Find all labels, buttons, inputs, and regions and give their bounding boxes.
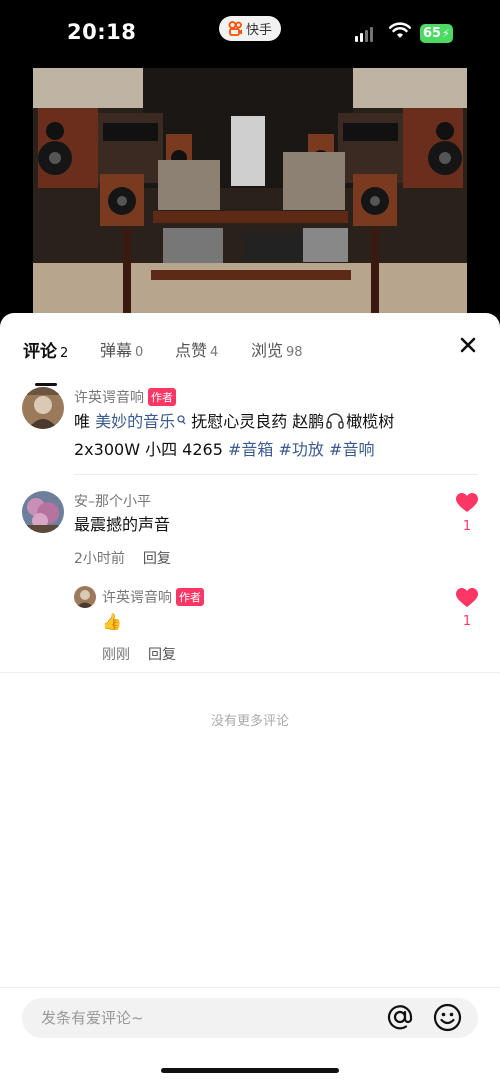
tab-label: 点赞 — [175, 341, 208, 360]
comment-text-suffix: 橄榄树 — [346, 412, 395, 431]
heart-icon[interactable] — [456, 588, 478, 612]
comment-author[interactable]: 许英谔音响 作者 — [102, 587, 204, 607]
username[interactable]: 安–那个小平 — [74, 491, 151, 511]
tab-views[interactable]: 浏览 98 — [251, 337, 303, 361]
reply-text: 👍 — [102, 612, 122, 631]
mention-icon[interactable] — [386, 1003, 414, 1031]
tab-count: 4 — [210, 345, 219, 360]
comment-meta: 2小时前 回复 — [74, 548, 171, 568]
tab-label: 弹幕 — [100, 341, 133, 360]
reply-time: 刚刚 — [102, 647, 130, 663]
author-badge: 作者 — [148, 388, 176, 406]
like-button[interactable]: 1 — [455, 493, 479, 534]
comment-text: 最震撼的声音 — [74, 515, 171, 534]
username[interactable]: 许英谔音响 — [74, 390, 144, 406]
comment-text: 唯 美妙的音乐 抚慰心灵良药 赵鹏 橄榄树 2x300W 小四 4265 #音箱… — [74, 407, 484, 463]
comment-sheet: 评论 2 弹幕 0 点赞 4 浏览 98 许英谔音响 作者 唯 美妙的音乐 抚慰… — [0, 313, 500, 1083]
emoji-icon[interactable] — [433, 1003, 462, 1032]
hashtag-link[interactable]: #音响 — [329, 440, 374, 459]
avatar[interactable] — [74, 586, 96, 608]
avatar[interactable] — [22, 387, 64, 429]
comment-tabs: 评论 2 弹幕 0 点赞 4 浏览 98 — [0, 333, 500, 386]
status-bar: 20:18 快手 65 ⚡ — [0, 0, 500, 68]
battery-level: 65 — [423, 26, 442, 41]
kuaishou-logo-icon — [228, 21, 243, 36]
comment-text-prefix: 唯 — [74, 412, 96, 431]
tab-count: 0 — [135, 345, 144, 360]
comment-time: 2小时前 — [74, 551, 125, 567]
comment-author[interactable]: 许英谔音响 作者 — [74, 387, 176, 407]
search-icon[interactable] — [177, 407, 186, 433]
home-indicator[interactable] — [161, 1068, 339, 1073]
status-time: 20:18 — [67, 20, 137, 44]
no-more-comments-text: 没有更多评论 — [210, 714, 289, 729]
app-name: 快手 — [245, 23, 272, 38]
username[interactable]: 许英谔音响 — [102, 590, 172, 606]
heart-icon[interactable] — [456, 493, 478, 517]
charging-bolt-icon: ⚡ — [442, 27, 450, 40]
comment-text-mid: 抚慰心灵良药 赵鹏 — [186, 412, 325, 431]
active-tab-indicator — [35, 383, 57, 386]
author-badge: 作者 — [176, 588, 204, 606]
tab-count: 98 — [286, 345, 303, 360]
comment-input-bar: 发条有爱评论~ — [0, 987, 500, 1083]
like-count: 1 — [462, 519, 472, 534]
tab-count: 2 — [60, 346, 69, 361]
comment-text-line2: 2x300W 小四 4265 — [74, 440, 228, 459]
like-button[interactable]: 1 — [455, 588, 479, 629]
battery-indicator: 65 ⚡ — [420, 24, 453, 43]
like-count: 1 — [462, 614, 472, 629]
headphones-icon — [326, 411, 344, 437]
hashtag-link[interactable]: #音箱 — [228, 440, 273, 459]
reply-button[interactable]: 回复 — [143, 551, 171, 567]
divider — [74, 474, 478, 475]
hashtag-link[interactable]: #功放 — [279, 440, 324, 459]
cellular-signal-icon — [355, 27, 373, 42]
video-frame-image — [33, 68, 467, 318]
avatar[interactable] — [22, 491, 64, 533]
search-link[interactable]: 美妙的音乐 — [95, 412, 175, 431]
app-indicator-pill[interactable]: 快手 — [219, 16, 281, 41]
reply-meta: 刚刚 回复 — [102, 644, 176, 664]
video-player[interactable] — [33, 68, 467, 318]
reply-button[interactable]: 回复 — [148, 647, 176, 663]
tab-label: 浏览 — [251, 341, 284, 360]
wifi-icon — [388, 22, 412, 44]
tab-comments[interactable]: 评论 2 — [23, 337, 68, 362]
divider — [0, 672, 500, 673]
close-icon[interactable] — [458, 335, 478, 355]
tab-label: 评论 — [23, 342, 57, 362]
tab-danmaku[interactable]: 弹幕 0 — [100, 337, 143, 361]
tab-likes[interactable]: 点赞 4 — [175, 337, 218, 361]
